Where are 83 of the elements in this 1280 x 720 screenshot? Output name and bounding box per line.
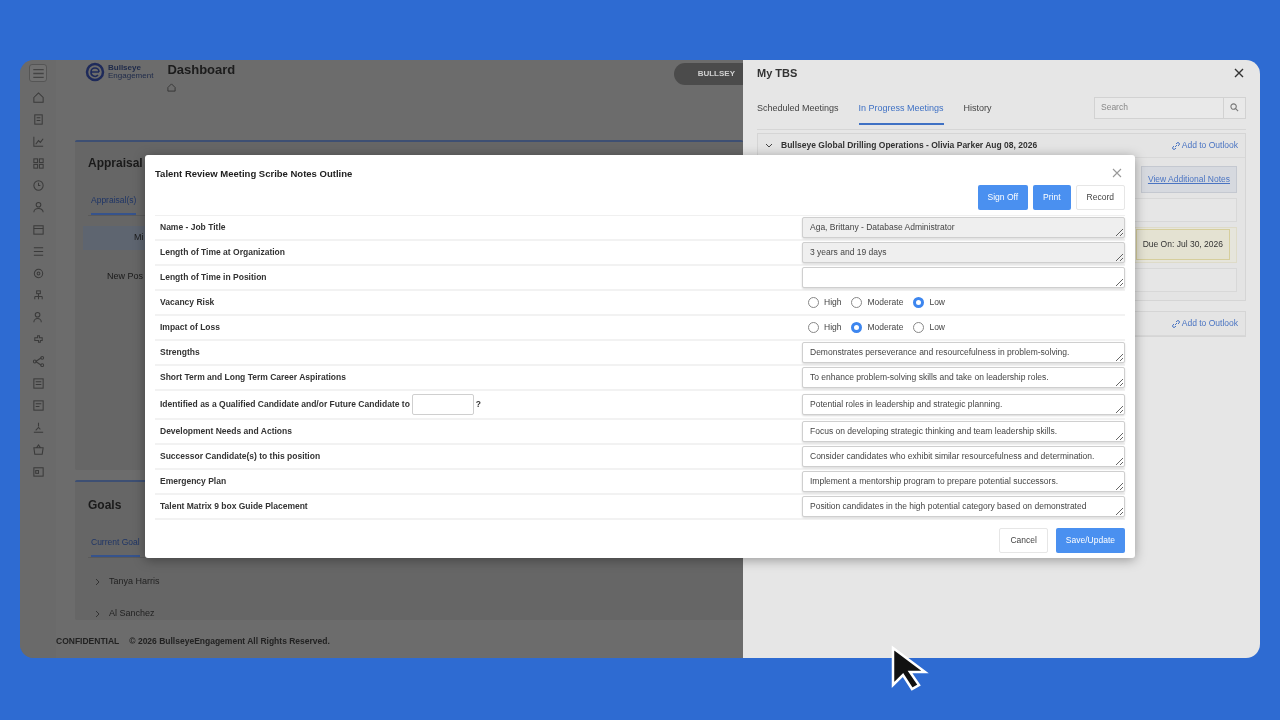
notes-icon[interactable] — [31, 399, 45, 412]
calendar-icon[interactable] — [31, 223, 45, 236]
confidential-label: CONFIDENTIAL — [56, 635, 120, 648]
tab[interactable]: Scheduled Meetings — [757, 89, 839, 126]
outlook-link[interactable]: Add to Outlook — [1171, 139, 1238, 152]
share-icon[interactable] — [31, 355, 45, 368]
field-label: Talent Matrix 9 box Guide Placement — [160, 500, 308, 513]
person-icon[interactable] — [31, 201, 45, 214]
radio-button[interactable] — [808, 297, 819, 308]
search-box[interactable]: Search — [1094, 96, 1246, 119]
radio-button[interactable] — [808, 322, 819, 333]
option-label[interactable]: High — [824, 296, 842, 309]
search-icon[interactable] — [1230, 103, 1239, 112]
field-label: Identified as a Qualified Candidate and/or Future Candidate to — [160, 398, 410, 411]
radio-button[interactable] — [851, 297, 863, 308]
option-label[interactable]: Low — [929, 321, 945, 334]
page-title: Dashboard — [167, 61, 236, 79]
brand-badge[interactable]: BULLSEY — [673, 63, 743, 85]
link-icon[interactable] — [1171, 141, 1180, 150]
text-area[interactable] — [802, 267, 1125, 288]
copyright-text: © 2026 BullseyeEngagement All Rights Reserved. — [129, 635, 330, 648]
list-icon[interactable] — [31, 245, 45, 258]
gear-icon[interactable] — [31, 267, 45, 280]
tab[interactable]: History — [963, 89, 992, 126]
action-button[interactable]: Record — [1075, 185, 1125, 210]
option-label[interactable]: High — [824, 321, 842, 334]
radio-button[interactable] — [851, 322, 863, 333]
basket-icon[interactable] — [31, 443, 45, 456]
link-icon[interactable] — [1171, 319, 1180, 328]
tab[interactable]: In Progress Meetings — [858, 89, 944, 126]
collapse-icon[interactable] — [765, 142, 773, 149]
field-label: Development Needs and Actions — [160, 425, 292, 438]
logo-icon — [85, 62, 105, 82]
radio-button[interactable] — [913, 322, 925, 333]
grid-icon[interactable] — [31, 157, 45, 170]
home-icon[interactable] — [167, 82, 177, 92]
panel-title: My TBS — [757, 65, 798, 81]
text-area[interactable]: Demonstrates perseverance and resourcefulness in problem-solving. — [802, 342, 1125, 363]
field-label: Impact of Loss — [160, 321, 220, 334]
text-area[interactable]: To enhance problem-solving skills and take on leadership roles. — [802, 367, 1125, 388]
text-area[interactable]: Focus on developing strategic thinking and team leadership skills. — [802, 421, 1125, 442]
puzzle-icon[interactable] — [31, 333, 45, 346]
logo-text: Bullseye — [108, 64, 141, 72]
expand-icon[interactable] — [94, 577, 101, 586]
dialog-title: Talent Review Meeting Scribe Notes Outline — [155, 167, 353, 181]
text-area[interactable]: Potential roles in leadership and strategic planning. — [802, 394, 1125, 415]
expand-icon[interactable] — [94, 609, 101, 618]
field-label: Length of Time in Position — [160, 271, 267, 284]
option-label[interactable]: Moderate — [867, 321, 904, 334]
home-icon[interactable] — [31, 91, 45, 104]
meeting-title: Bullseye Global Drilling Operations - Olivia Parker Aug 08, 2026 — [781, 139, 1038, 152]
text-area[interactable]: Implement a mentorship program to prepare potential successors. — [802, 471, 1125, 492]
outlook-link[interactable]: Add to Outlook — [1171, 316, 1238, 330]
clock-icon[interactable] — [31, 179, 45, 192]
org-chart-icon[interactable] — [31, 289, 45, 302]
report-icon[interactable] — [31, 421, 45, 434]
due-date: Due On: Jul 30, 2026 — [1135, 229, 1230, 261]
field-label: Successor Candidate(s) to this position — [160, 450, 321, 463]
calendar-icon[interactable] — [31, 465, 45, 478]
option-label[interactable]: Moderate — [867, 296, 904, 309]
close-button[interactable] — [1232, 66, 1246, 80]
field-label: Strengths — [160, 346, 200, 359]
field-label: ? — [475, 398, 482, 411]
field-label: Vacancy Risk — [160, 296, 215, 309]
card-title: Goals — [88, 497, 122, 514]
field-label: Emergency Plan — [160, 475, 227, 488]
document-icon[interactable] — [31, 113, 45, 126]
text-area[interactable]: Aga, Brittany - Database Administrator — [802, 217, 1125, 238]
input-field[interactable] — [411, 394, 474, 415]
radio-button[interactable] — [913, 297, 925, 308]
text-area[interactable]: Consider candidates who exhibit similar resourcefulness and determination. — [802, 446, 1125, 467]
card-title: Appraisal — [88, 155, 143, 172]
table-cell: New Pos — [107, 270, 143, 281]
notes-icon[interactable] — [31, 377, 45, 390]
field-label: Short Term and Long Term Career Aspirations — [160, 371, 346, 384]
chart-icon[interactable] — [31, 135, 45, 148]
footer-button[interactable]: Cancel — [999, 528, 1048, 553]
logo-text: Engagement — [108, 72, 154, 80]
text-area[interactable]: 3 years and 19 days — [802, 242, 1125, 263]
user-icon[interactable] — [31, 311, 45, 324]
search-field[interactable]: Search — [1095, 97, 1223, 118]
option-label[interactable]: Low — [929, 296, 945, 309]
text-area[interactable]: Position candidates in the high potential category based on demonstrated — [802, 496, 1125, 517]
